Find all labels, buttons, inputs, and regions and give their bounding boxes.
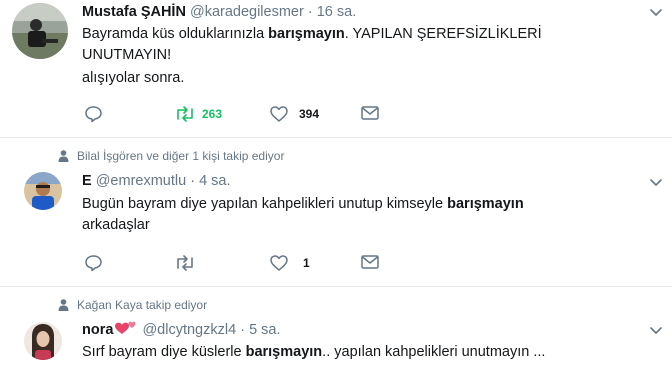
avatar-emre[interactable] bbox=[24, 172, 62, 210]
retweet-count: 263 bbox=[202, 107, 223, 121]
retweet-arrows-icon bbox=[177, 106, 193, 122]
tweet-header: E @emrexmutlu · 4 sa. bbox=[82, 173, 231, 189]
tweet-text-line: Bugün bayram diye yapılan kahpelikleri u… bbox=[82, 196, 524, 212]
direct-message-button[interactable] bbox=[360, 105, 380, 121]
speech-bubble-icon bbox=[85, 106, 102, 123]
heart-outline-icon bbox=[270, 255, 288, 271]
avatar-nora[interactable] bbox=[24, 322, 62, 360]
social-context-text: Bilal İşgören ve diğer 1 kişi takip ediy… bbox=[77, 149, 285, 163]
hearts-emoji-icon bbox=[115, 321, 136, 334]
tweet-text-line: Bayramda küs olduklarınızla barışmayın. … bbox=[82, 26, 542, 42]
person-icon bbox=[58, 299, 69, 311]
tweet-2[interactable]: Bilal İşgören ve diğer 1 kişi takip ediy… bbox=[0, 138, 672, 286]
author-name[interactable]: Mustafa ŞAHİN bbox=[82, 4, 186, 20]
speech-bubble-icon bbox=[85, 255, 102, 272]
envelope-icon bbox=[361, 106, 379, 120]
heart-outline-icon bbox=[270, 106, 288, 122]
chevron-down-icon[interactable] bbox=[648, 174, 664, 195]
tweet-header: nora @dlcytngzkzl4 · 5 sa. bbox=[82, 320, 281, 338]
tweet-header: Mustafa ŞAHİN @karadegilesmer · 16 sa. bbox=[82, 4, 356, 20]
tweet-3[interactable]: Kağan Kaya takip ediyor nora @dlcytngzkz… bbox=[0, 287, 672, 378]
tweet-actions: 1 bbox=[82, 254, 402, 274]
tweet-timestamp[interactable]: 16 sa. bbox=[317, 4, 357, 20]
person-icon bbox=[58, 150, 69, 162]
author-handle[interactable]: @emrexmutlu bbox=[96, 173, 186, 189]
avatar-mustafa[interactable] bbox=[12, 3, 68, 59]
keyword-highlight[interactable]: barışmayın bbox=[447, 196, 524, 212]
tweet-actions: 263 394 bbox=[82, 105, 402, 125]
like-count: 394 bbox=[299, 107, 320, 121]
tweet-text-line: UNUTMAYIN! bbox=[82, 47, 172, 63]
keyword-highlight[interactable]: barışmayın bbox=[268, 26, 345, 42]
like-count: 1 bbox=[303, 256, 310, 270]
tweet-text: Sırf bayram diye küslerle barışmayın.. y… bbox=[82, 342, 545, 363]
author-name[interactable]: nora bbox=[82, 322, 113, 338]
keyword-highlight[interactable]: barışmayın bbox=[246, 344, 323, 360]
tweet-text-line: alışıyolar sonra. bbox=[82, 70, 185, 86]
social-context[interactable]: Bilal İşgören ve diğer 1 kişi takip ediy… bbox=[58, 149, 284, 163]
tweet-timestamp[interactable]: 4 sa. bbox=[199, 173, 230, 189]
tweet-text-line: Sırf bayram diye küslerle barışmayın.. y… bbox=[82, 344, 546, 360]
social-context[interactable]: Kağan Kaya takip ediyor bbox=[58, 298, 207, 312]
separator-dot: · bbox=[307, 4, 313, 20]
separator-dot: · bbox=[240, 322, 246, 338]
like-button[interactable]: 1 bbox=[269, 254, 310, 272]
tweet-1[interactable]: Mustafa ŞAHİN @karadegilesmer · 16 sa. B… bbox=[0, 0, 672, 137]
tweet-text: Bugün bayram diye yapılan kahpelikleri u… bbox=[82, 194, 524, 236]
tweet-text-line: arkadaşlar bbox=[82, 217, 150, 233]
reply-button[interactable] bbox=[84, 105, 103, 123]
chevron-down-icon[interactable] bbox=[648, 322, 664, 343]
retweet-arrows-icon bbox=[177, 255, 193, 271]
chevron-down-icon[interactable] bbox=[648, 4, 664, 25]
author-handle[interactable]: @karadegilesmer bbox=[190, 4, 304, 20]
retweet-button[interactable] bbox=[174, 254, 196, 272]
like-button[interactable]: 394 bbox=[269, 105, 319, 123]
direct-message-button[interactable] bbox=[360, 254, 380, 270]
social-context-text: Kağan Kaya takip ediyor bbox=[77, 298, 208, 312]
tweet-timestamp[interactable]: 5 sa. bbox=[249, 322, 280, 338]
tweet-text: Bayramda küs olduklarınızla barışmayın. … bbox=[82, 24, 542, 89]
author-handle[interactable]: @dlcytngzkzl4 bbox=[142, 322, 236, 338]
reply-button[interactable] bbox=[84, 254, 103, 272]
envelope-icon bbox=[361, 255, 379, 269]
author-name[interactable]: E bbox=[82, 173, 92, 189]
separator-dot: · bbox=[190, 173, 196, 189]
retweet-button[interactable]: 263 bbox=[174, 105, 222, 123]
